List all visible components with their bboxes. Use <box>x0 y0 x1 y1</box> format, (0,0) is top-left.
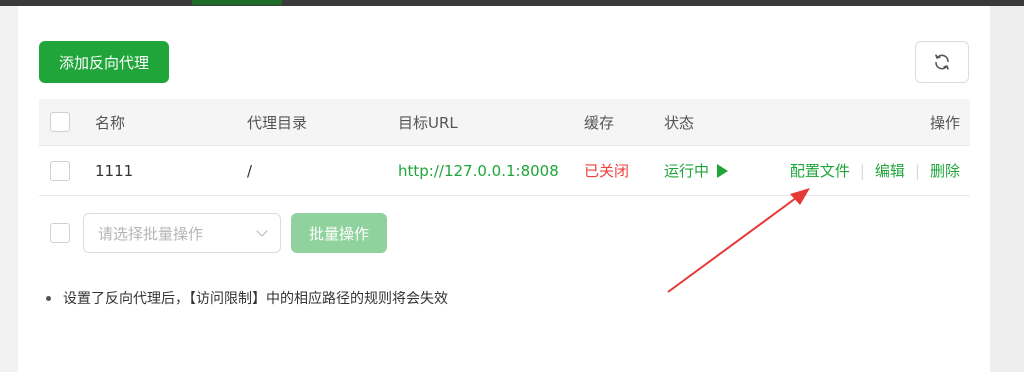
run-status-label: 运行中 <box>664 162 710 180</box>
row-checkbox[interactable] <box>50 160 70 181</box>
reverse-proxy-panel: 添加反向代理 名称 代理目录 目标URL 缓存 状态 操作 1111 / htt… <box>18 6 990 372</box>
refresh-button[interactable] <box>915 41 969 83</box>
edit-link[interactable]: 编辑 <box>875 160 905 181</box>
action-divider: | <box>914 161 920 180</box>
header-name[interactable]: 名称 <box>95 112 247 133</box>
action-divider: | <box>859 161 865 180</box>
play-icon <box>717 163 729 178</box>
bullet-icon <box>46 295 51 301</box>
header-target-url: 目标URL <box>398 113 458 132</box>
add-reverse-proxy-button[interactable]: 添加反向代理 <box>39 41 169 83</box>
proxy-table: 名称 代理目录 目标URL 缓存 状态 操作 1111 / http://127… <box>39 99 970 196</box>
header-status: 状态 <box>664 113 695 132</box>
chevron-down-icon <box>256 225 268 237</box>
right-gutter <box>990 6 1024 372</box>
notice-tip: 设置了反向代理后，【访问限制】中的相应路径的规则将会失效 <box>46 288 448 308</box>
table-row: 1111 / http://127.0.0.1:8008 已关闭 运行中 配置文… <box>39 146 970 196</box>
top-bar-highlight <box>192 0 282 5</box>
batch-select-placeholder: 请选择批量操作 <box>98 224 204 243</box>
batch-action-select[interactable]: 请选择批量操作 <box>83 213 281 253</box>
select-all-checkbox[interactable] <box>50 112 70 132</box>
header-ops: 操作 <box>929 113 960 132</box>
row-target-url-link[interactable]: http://127.0.0.1:8008 <box>398 162 559 180</box>
batch-select-checkbox[interactable] <box>50 223 70 243</box>
config-file-link[interactable]: 配置文件 <box>790 160 850 181</box>
notice-text: 设置了反向代理后，【访问限制】中的相应路径的规则将会失效 <box>63 291 448 307</box>
refresh-icon <box>935 54 949 70</box>
batch-action-button[interactable]: 批量操作 <box>291 213 387 253</box>
row-cache-status[interactable]: 已关闭 <box>584 162 629 180</box>
batch-bar: 请选择批量操作 批量操作 <box>39 213 387 253</box>
row-proxy-dir: / <box>247 161 253 180</box>
header-proxy-dir: 代理目录 <box>247 113 308 132</box>
row-run-status[interactable]: 运行中 <box>664 160 774 181</box>
table-header: 名称 代理目录 目标URL 缓存 状态 操作 <box>39 99 970 146</box>
row-actions: 配置文件 | 编辑 | 删除 <box>774 160 960 181</box>
row-name: 1111 <box>95 161 134 180</box>
delete-link[interactable]: 删除 <box>930 160 960 181</box>
header-cache: 缓存 <box>584 113 615 132</box>
